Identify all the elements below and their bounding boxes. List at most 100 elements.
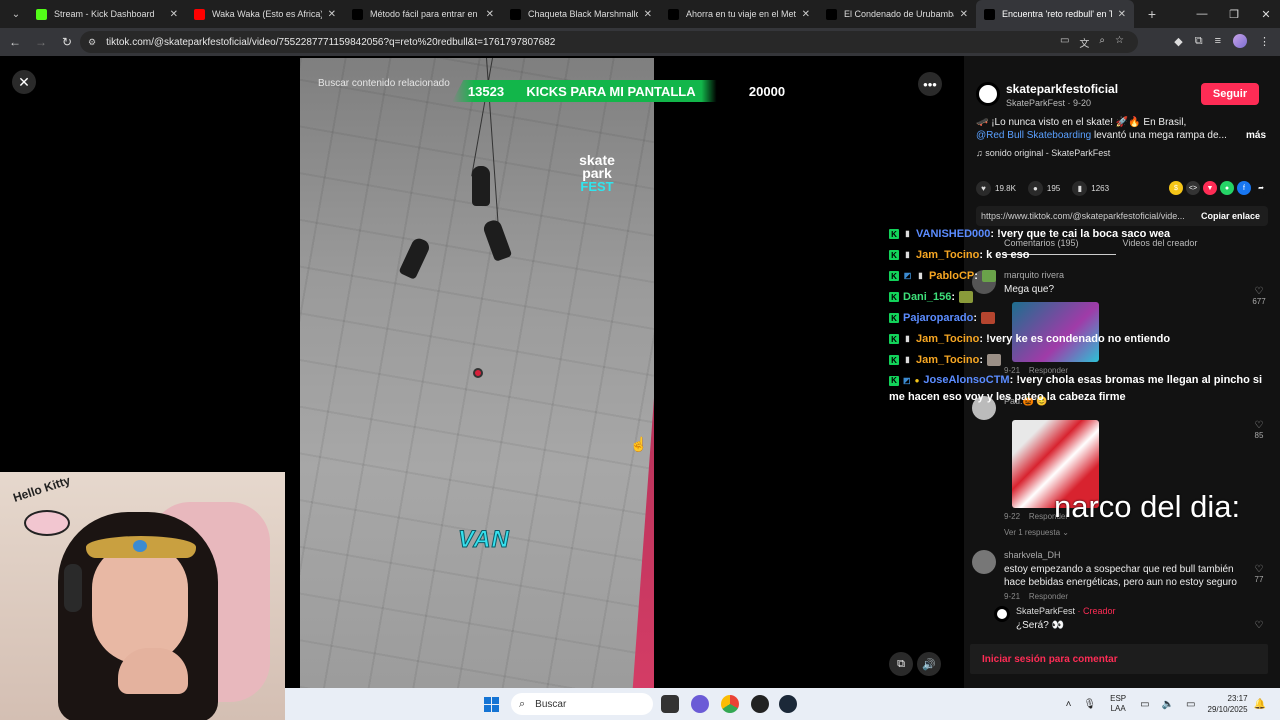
clock[interactable]: 23:17 29/10/2025 bbox=[1208, 693, 1248, 715]
login-to-comment-button[interactable]: Iniciar sesión para comentar bbox=[970, 644, 1268, 674]
tab-favicon-icon bbox=[668, 8, 679, 20]
maximize-button[interactable]: ❐ bbox=[1218, 8, 1250, 21]
obs-app-icon[interactable] bbox=[751, 695, 769, 713]
commenter-name[interactable]: sharkvela_DH bbox=[1004, 550, 1061, 560]
browser-tab[interactable]: Chaqueta Black Marshmallow ✕ bbox=[502, 0, 660, 28]
chat-text: : !very que te cai la boca saco wea bbox=[990, 228, 1171, 240]
chat-username: Jam_Tocino bbox=[916, 333, 980, 345]
sound-link[interactable]: ♫ sonido original - SkateParkFest bbox=[976, 148, 1110, 158]
tab-title: Ahorra en tu viaje en el Metrop bbox=[686, 9, 796, 19]
video-player[interactable]: Buscar contenido relacionado skate park … bbox=[300, 58, 654, 688]
creator-avatar[interactable] bbox=[994, 606, 1010, 622]
cast-icon[interactable]: ▭ bbox=[1060, 35, 1069, 50]
tab-title: Encuentra 'reto redbull' en Tik bbox=[1002, 9, 1112, 19]
comment-like[interactable]: ♡ 677 bbox=[1250, 286, 1268, 306]
browser-tab[interactable]: Ahorra en tu viaje en el Metrop ✕ bbox=[660, 0, 818, 28]
comment-like[interactable]: ♡ 85 bbox=[1250, 420, 1268, 440]
view-replies-link[interactable]: Ver 1 respuesta ⌄ bbox=[1004, 528, 1069, 537]
site-info-icon[interactable]: ⚙ bbox=[88, 37, 96, 48]
close-tab-icon[interactable]: ✕ bbox=[802, 9, 810, 20]
save-stat[interactable]: ▮ 1263 bbox=[1072, 180, 1109, 196]
emote-icon bbox=[958, 291, 973, 303]
emote-icon bbox=[980, 312, 995, 324]
browser-tab[interactable]: El Condenado de Urubamba: U ✕ bbox=[818, 0, 976, 28]
close-tab-icon[interactable]: ✕ bbox=[644, 9, 652, 20]
copy-link-button[interactable]: Copiar enlace bbox=[1201, 211, 1260, 221]
follow-button[interactable]: Seguir bbox=[1201, 83, 1259, 105]
sub-badge-icon: ▮ bbox=[905, 229, 910, 238]
browser-menu-icon[interactable]: ⋮ bbox=[1259, 35, 1270, 48]
language-indicator[interactable]: ESP LAA bbox=[1110, 694, 1126, 714]
facebook-icon[interactable]: f bbox=[1237, 181, 1251, 195]
profile-avatar[interactable] bbox=[1233, 34, 1247, 48]
chat-username: JoseAlonsoCTM bbox=[923, 374, 1010, 386]
back-button[interactable]: ← bbox=[4, 35, 26, 49]
comment-stat[interactable]: ● 195 bbox=[1027, 180, 1060, 196]
close-tab-icon[interactable]: ✕ bbox=[328, 9, 336, 20]
new-tab-button[interactable]: + bbox=[1140, 6, 1164, 22]
comment-meta: 9-21 Responder bbox=[1004, 592, 1069, 601]
send-icon[interactable]: ▼ bbox=[1203, 181, 1217, 195]
coin-icon[interactable]: $ bbox=[1169, 181, 1183, 195]
reading-list-icon[interactable]: ≡ bbox=[1215, 35, 1221, 47]
author-row: skateparkfestoficial SkateParkFest · 9-2… bbox=[974, 78, 1274, 110]
close-tab-icon[interactable]: ✕ bbox=[170, 9, 178, 20]
terminal-app-icon[interactable] bbox=[661, 695, 679, 713]
author-name[interactable]: skateparkfestoficial bbox=[1006, 82, 1118, 96]
like-stat[interactable]: ♥ 19.8K bbox=[976, 180, 1016, 196]
whatsapp-icon[interactable]: ● bbox=[1220, 181, 1234, 195]
extensions-puzzle-icon[interactable]: ⧉ bbox=[1195, 35, 1203, 48]
reload-button[interactable]: ↻ bbox=[56, 35, 78, 49]
more-description-link[interactable]: más bbox=[1246, 129, 1266, 142]
kick-goal-target: 20000 bbox=[748, 83, 786, 99]
notification-bell-icon[interactable]: 🔔 bbox=[1254, 699, 1266, 710]
extension-icon[interactable]: ◆ bbox=[1174, 35, 1182, 48]
close-tab-icon[interactable]: ✕ bbox=[1118, 9, 1126, 20]
discord-app-icon[interactable] bbox=[691, 695, 709, 713]
chat-username: PabloCP bbox=[929, 270, 975, 282]
start-button[interactable] bbox=[484, 697, 499, 712]
tab-search-menu[interactable]: ⌄ bbox=[4, 4, 28, 24]
microphone-icon[interactable]: 🎙 bbox=[1083, 699, 1096, 710]
chevron-up-icon[interactable]: ˄ bbox=[1066, 699, 1072, 710]
bookmark-star-icon[interactable]: ☆ bbox=[1115, 35, 1124, 50]
embed-icon[interactable]: <> bbox=[1186, 181, 1200, 195]
author-avatar[interactable] bbox=[976, 82, 1000, 106]
more-options-button[interactable]: ••• bbox=[918, 72, 942, 96]
author-subtitle: SkateParkFest · 9-20 bbox=[1006, 98, 1092, 108]
zoom-icon[interactable]: ⌕ bbox=[1099, 35, 1105, 50]
commenter-avatar[interactable] bbox=[972, 550, 996, 574]
network-icon[interactable]: ▭ bbox=[1140, 699, 1149, 710]
forward-button[interactable]: → bbox=[30, 35, 52, 49]
commenter-name[interactable]: SkateParkFest · Creador bbox=[1016, 606, 1116, 616]
picture-in-picture-button[interactable]: ⧉ bbox=[889, 652, 913, 676]
mention-link[interactable]: @Red Bull Skateboarding bbox=[976, 130, 1091, 141]
tab-title: Método fácil para entrar en tu bbox=[370, 9, 480, 19]
battery-icon[interactable]: ▭ bbox=[1186, 699, 1195, 710]
close-window-button[interactable]: ✕ bbox=[1250, 8, 1280, 21]
browser-tab[interactable]: Encuentra 'reto redbull' en Tik ✕ bbox=[976, 0, 1134, 28]
commenter-name[interactable]: marquito rivera bbox=[1004, 270, 1064, 280]
volume-icon[interactable]: 🔈 bbox=[1162, 699, 1174, 710]
comment-like[interactable]: ♡ 77 bbox=[1250, 564, 1268, 584]
chrome-app-icon[interactable] bbox=[721, 695, 739, 713]
minimize-button[interactable]: — bbox=[1186, 8, 1218, 20]
translate-icon[interactable]: 文 bbox=[1079, 35, 1089, 50]
related-search-hint[interactable]: Buscar contenido relacionado bbox=[318, 78, 450, 89]
address-bar[interactable]: ⚙ tiktok.com/@skateparkfestoficial/video… bbox=[80, 31, 1138, 53]
close-tab-icon[interactable]: ✕ bbox=[960, 9, 968, 20]
chat-message: K ▮ VANISHED000: !very que te cai la boca … bbox=[889, 225, 1170, 243]
skatepark-fest-logo: skate park FEST bbox=[579, 152, 615, 194]
close-tab-icon[interactable]: ✕ bbox=[486, 9, 494, 20]
browser-tab[interactable]: Método fácil para entrar en tu ✕ bbox=[344, 0, 502, 28]
close-video-button[interactable]: ✕ bbox=[12, 70, 36, 94]
browser-tab[interactable]: Waka Waka (Esto es Africa) (Ca ✕ bbox=[186, 0, 344, 28]
steam-app-icon[interactable] bbox=[779, 695, 797, 713]
volume-button[interactable]: 🔊 bbox=[917, 652, 941, 676]
comment-like[interactable]: ♡ bbox=[1250, 620, 1268, 631]
taskbar-search[interactable]: ⌕ Buscar bbox=[511, 693, 653, 715]
kick-badge-icon: K bbox=[889, 334, 899, 344]
browser-tab[interactable]: Stream - Kick Dashboard ✕ bbox=[28, 0, 186, 28]
reply-button[interactable]: Responder bbox=[1029, 592, 1068, 601]
share-arrow-icon[interactable]: ➦ bbox=[1254, 181, 1268, 195]
